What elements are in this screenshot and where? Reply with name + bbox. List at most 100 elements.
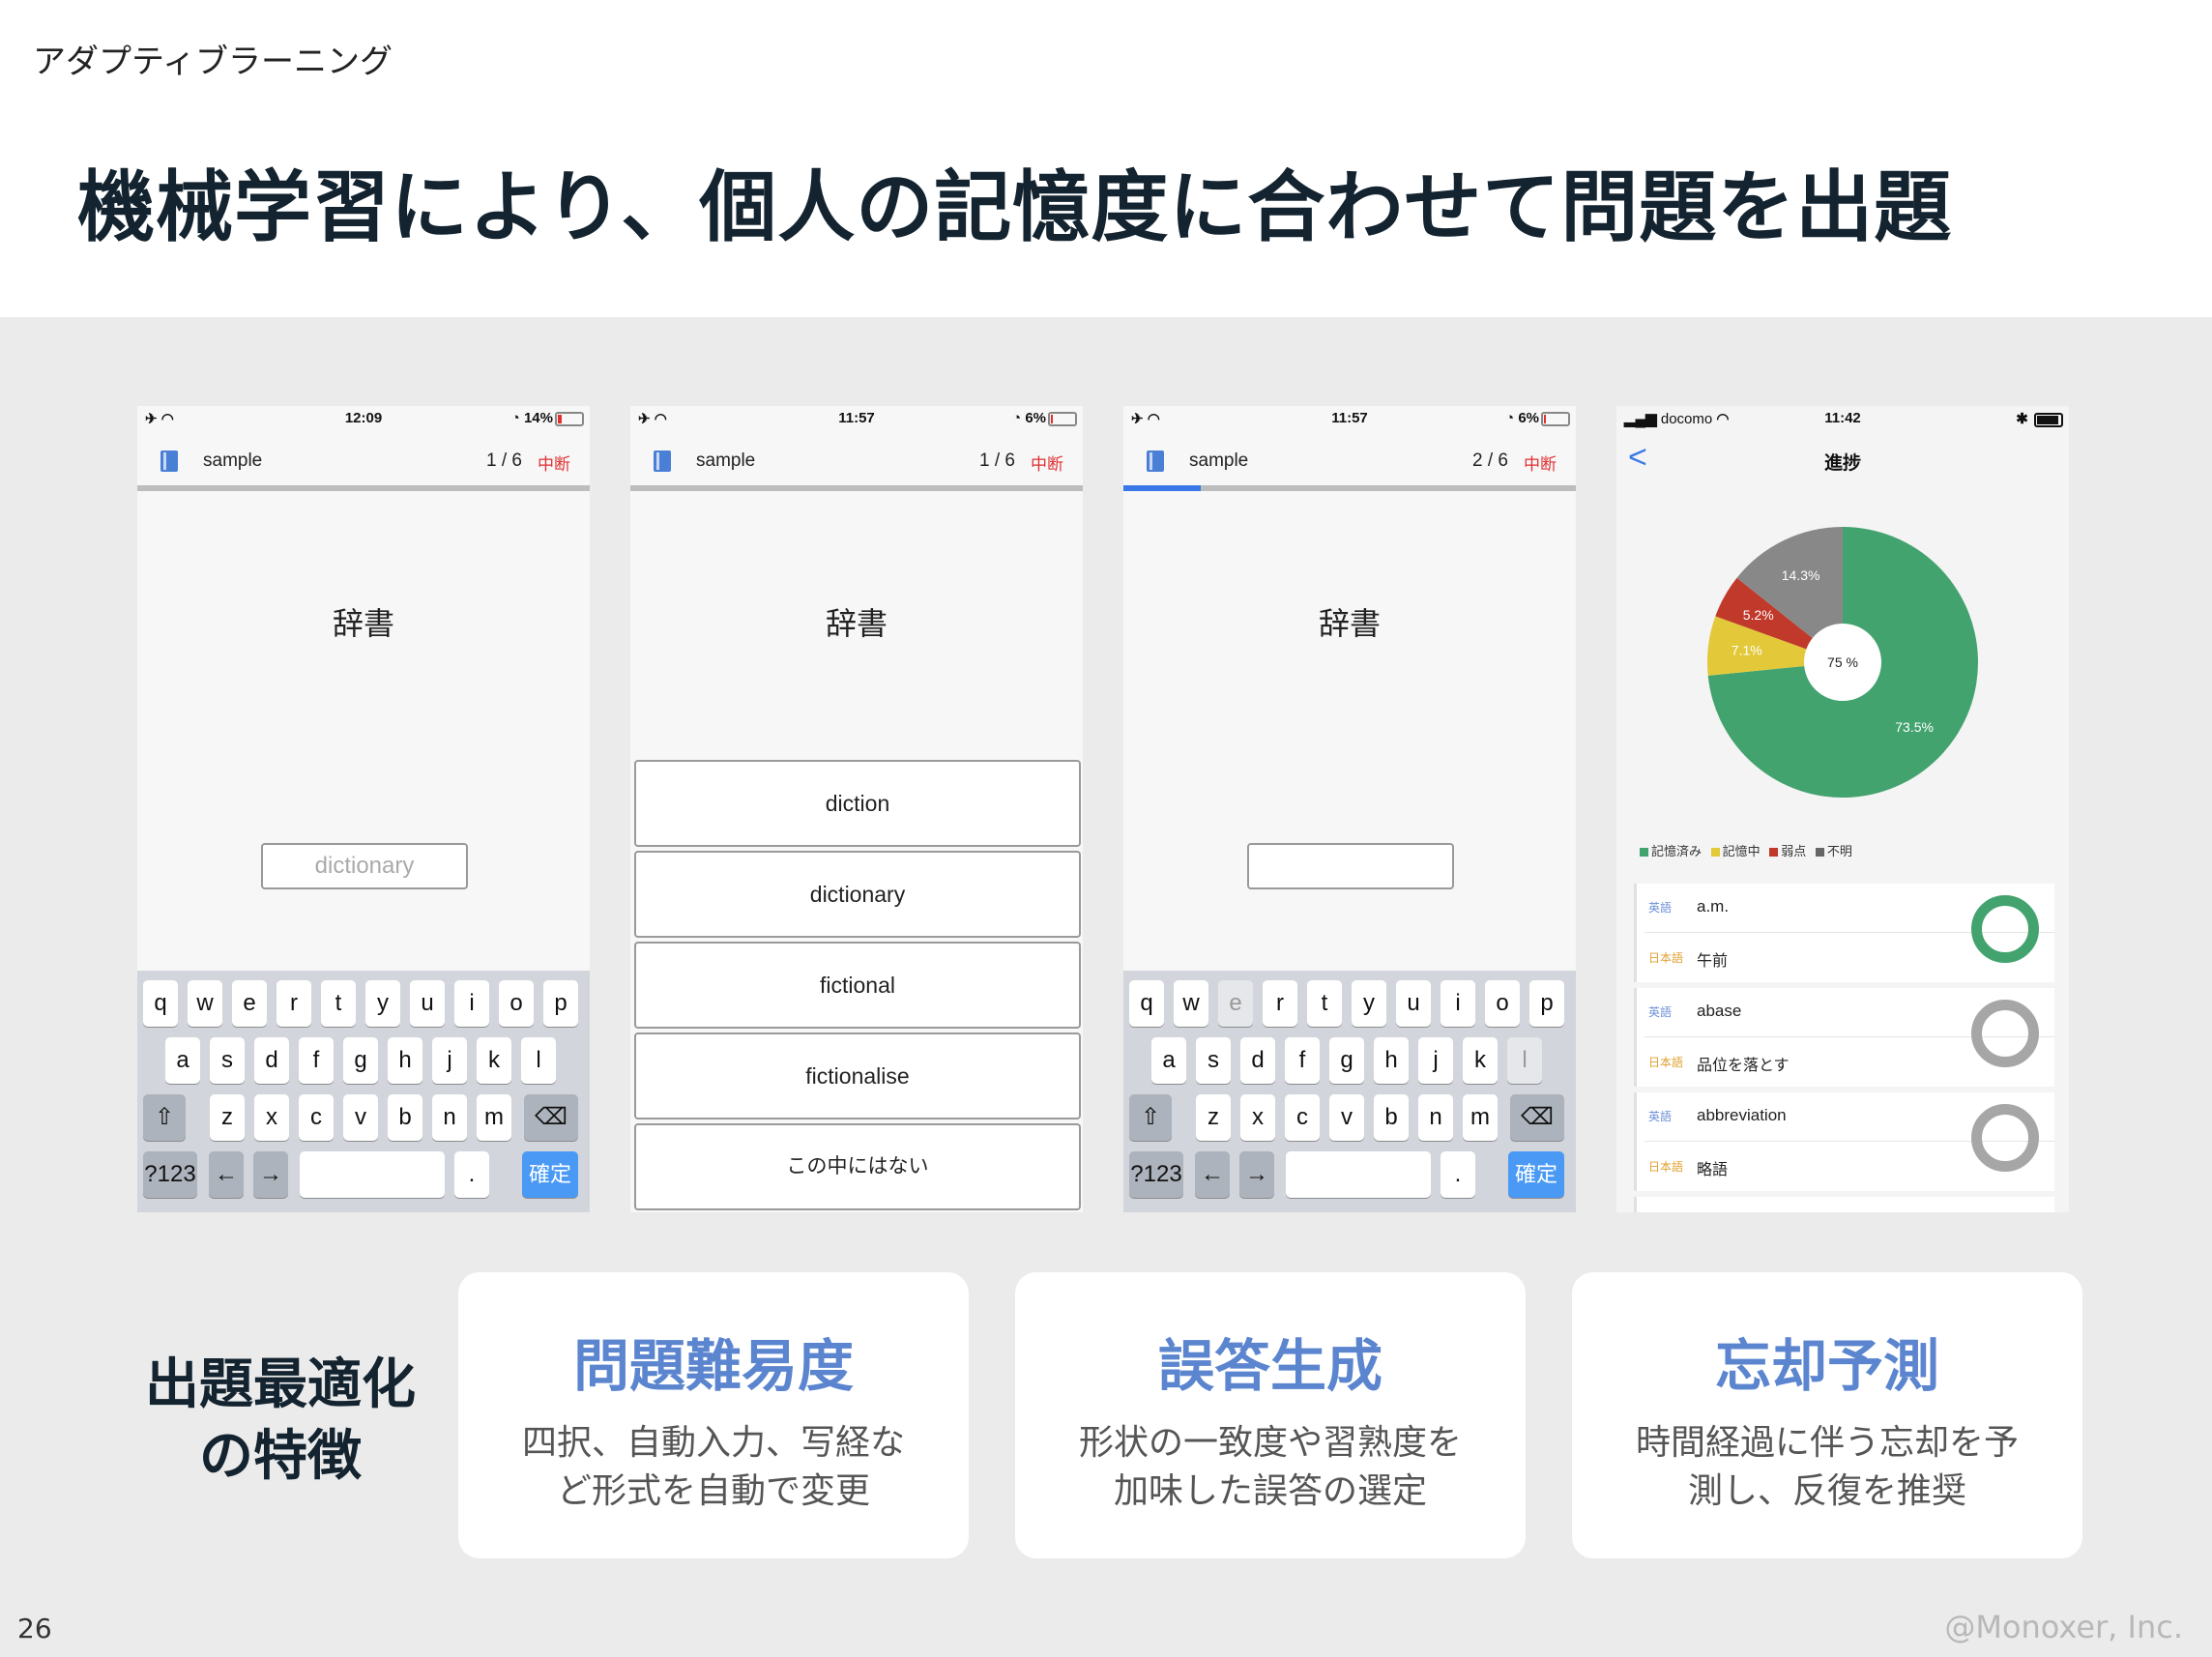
- phone-screenshot-input: ✈ ◠ 12:09 ◔ 14% sample 1 / 6 中断 辞書 dicti…: [137, 406, 590, 1212]
- key-e[interactable]: e: [232, 980, 267, 1027]
- key-d[interactable]: d: [254, 1037, 289, 1084]
- key-w[interactable]: w: [188, 980, 222, 1027]
- stop-button[interactable]: 中断: [1031, 451, 1063, 475]
- key-o[interactable]: o: [499, 980, 534, 1027]
- lang-tag-en: 英語: [1648, 1110, 1673, 1123]
- progress-pie-chart: 73.5% 7.1% 5.2% 14.3% 75 %: [1707, 527, 1978, 798]
- key-c[interactable]: c: [299, 1094, 334, 1141]
- feature-card-difficulty: 問題難易度 四択、自動入力、写経な ど形式を自動で変更: [458, 1272, 969, 1558]
- battery-icon: [1541, 411, 1570, 426]
- key-z[interactable]: z: [1196, 1094, 1231, 1141]
- key-s[interactable]: s: [210, 1037, 245, 1084]
- key-z[interactable]: z: [210, 1094, 245, 1141]
- key-d[interactable]: d: [1240, 1037, 1275, 1084]
- book-icon: [654, 451, 671, 472]
- progress-bar: [1123, 485, 1576, 491]
- key-v[interactable]: v: [1329, 1094, 1364, 1141]
- key-c[interactable]: c: [1285, 1094, 1320, 1141]
- key-x[interactable]: x: [254, 1094, 289, 1141]
- key-p[interactable]: p: [1529, 980, 1564, 1027]
- key-y[interactable]: y: [365, 980, 400, 1027]
- key-j[interactable]: j: [432, 1037, 467, 1084]
- key-s[interactable]: s: [1196, 1037, 1231, 1084]
- confirm-key[interactable]: 確定: [522, 1151, 578, 1198]
- status-bar: ✈ ◠ 11:57 ◔ 6%: [630, 406, 1083, 435]
- choice-button[interactable]: fictionalise: [634, 1032, 1081, 1119]
- app-name: sample: [696, 451, 756, 471]
- word-card[interactable]: 英語 a.m. 日本語 午前: [1634, 884, 2054, 982]
- memory-ring-icon: [1971, 1104, 2039, 1172]
- key-i[interactable]: i: [1441, 980, 1475, 1027]
- key-l[interactable]: l: [521, 1037, 556, 1084]
- key-n[interactable]: n: [1418, 1094, 1453, 1141]
- choice-button[interactable]: diction: [634, 760, 1081, 847]
- numbers-key[interactable]: ?123: [1129, 1151, 1183, 1198]
- arrow-right-key[interactable]: →: [1239, 1151, 1274, 1198]
- key-q[interactable]: q: [1129, 980, 1164, 1027]
- key-y[interactable]: y: [1352, 980, 1386, 1027]
- key-x[interactable]: x: [1240, 1094, 1275, 1141]
- space-key[interactable]: [300, 1151, 445, 1198]
- shift-key[interactable]: ⇧: [1129, 1094, 1172, 1141]
- key-r[interactable]: r: [1263, 980, 1297, 1027]
- key-t[interactable]: t: [321, 980, 356, 1027]
- period-key[interactable]: .: [1441, 1151, 1475, 1198]
- shift-key[interactable]: ⇧: [143, 1094, 186, 1141]
- word-card-partial[interactable]: [1634, 1197, 2054, 1212]
- key-a[interactable]: a: [1151, 1037, 1186, 1084]
- keyboard: q w e r t y u i o p a s d f g h j k l ⇧ z x c v b n m ⌫ ?123 ← →. 確定: [137, 971, 590, 1212]
- period-key[interactable]: .: [454, 1151, 489, 1198]
- key-k[interactable]: k: [477, 1037, 511, 1084]
- key-p[interactable]: p: [543, 980, 578, 1027]
- key-t[interactable]: t: [1307, 980, 1342, 1027]
- answer-input[interactable]: [1247, 843, 1454, 889]
- key-r[interactable]: r: [276, 980, 311, 1027]
- answer-input[interactable]: dictionary: [261, 843, 468, 889]
- key-f[interactable]: f: [1285, 1037, 1320, 1084]
- key-g[interactable]: g: [343, 1037, 378, 1084]
- key-l[interactable]: l: [1507, 1037, 1542, 1084]
- key-f[interactable]: f: [299, 1037, 334, 1084]
- key-h[interactable]: h: [1374, 1037, 1409, 1084]
- key-n[interactable]: n: [432, 1094, 467, 1141]
- key-u[interactable]: u: [1396, 980, 1431, 1027]
- key-e[interactable]: e: [1218, 980, 1253, 1027]
- key-u[interactable]: u: [410, 980, 445, 1027]
- choice-button[interactable]: fictional: [634, 942, 1081, 1029]
- none-of-these-button[interactable]: この中にはない: [634, 1123, 1081, 1210]
- key-w[interactable]: w: [1174, 980, 1208, 1027]
- numbers-key[interactable]: ?123: [143, 1151, 197, 1198]
- key-q[interactable]: q: [143, 980, 178, 1027]
- status-bar: ▂▄▆ docomo ◠ 11:42 ✱: [1616, 406, 2069, 435]
- pie-center-label: 75 %: [1827, 654, 1858, 670]
- phone-screenshot-input-empty: ✈ ◠ 11:57 ◔ 6% sample 2 / 6 中断 辞書 qwerty…: [1123, 406, 1576, 1212]
- choice-button[interactable]: dictionary: [634, 851, 1081, 938]
- confirm-key[interactable]: 確定: [1508, 1151, 1564, 1198]
- key-b[interactable]: b: [1374, 1094, 1409, 1141]
- key-o[interactable]: o: [1485, 980, 1520, 1027]
- key-m[interactable]: m: [477, 1094, 511, 1141]
- backspace-key[interactable]: ⌫: [524, 1094, 578, 1141]
- feature-card-title: 忘却予測: [1714, 1333, 1939, 1399]
- space-key[interactable]: [1286, 1151, 1431, 1198]
- key-v[interactable]: v: [343, 1094, 378, 1141]
- arrow-right-key[interactable]: →: [253, 1151, 288, 1198]
- key-i[interactable]: i: [454, 980, 489, 1027]
- backspace-key[interactable]: ⌫: [1510, 1094, 1564, 1141]
- stop-button[interactable]: 中断: [1524, 451, 1557, 475]
- key-h[interactable]: h: [388, 1037, 422, 1084]
- key-j[interactable]: j: [1418, 1037, 1453, 1084]
- key-m[interactable]: m: [1463, 1094, 1498, 1141]
- word-jp: 略語: [1697, 1162, 1729, 1178]
- key-g[interactable]: g: [1329, 1037, 1364, 1084]
- word-card[interactable]: 英語 abbreviation 日本語 略語: [1634, 1092, 2054, 1191]
- question-counter: 2 / 6: [1472, 451, 1508, 471]
- arrow-left-key[interactable]: ←: [1195, 1151, 1230, 1198]
- word-card[interactable]: 英語 abase 日本語 品位を落とす: [1634, 988, 2054, 1087]
- app-header: sample 1 / 6 中断: [630, 435, 1083, 478]
- arrow-left-key[interactable]: ←: [209, 1151, 244, 1198]
- stop-button[interactable]: 中断: [538, 451, 570, 475]
- key-k[interactable]: k: [1463, 1037, 1498, 1084]
- key-a[interactable]: a: [165, 1037, 200, 1084]
- key-b[interactable]: b: [388, 1094, 422, 1141]
